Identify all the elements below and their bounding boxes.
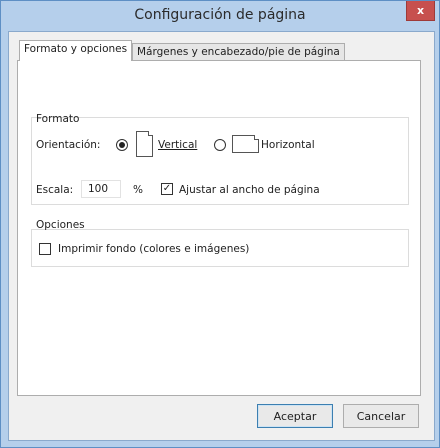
title-bar[interactable]: Configuración de página x	[1, 1, 439, 31]
dialog-client-area: Formato y opciones Márgenes y encabezado…	[8, 31, 435, 441]
dialog-window: Configuración de página x Formato y opci…	[0, 0, 440, 448]
cancel-button[interactable]: Cancelar	[343, 404, 419, 428]
portrait-page-icon	[136, 131, 153, 157]
scale-input[interactable]: 100	[81, 180, 121, 198]
close-icon: x	[416, 4, 425, 17]
fit-width-checkbox[interactable]: ✓	[161, 183, 173, 195]
horizontal-radio[interactable]	[214, 139, 226, 151]
check-icon: ✓	[162, 183, 172, 194]
print-background-checkbox[interactable]	[39, 243, 51, 255]
fit-width-label[interactable]: Ajustar al ancho de página	[179, 184, 320, 196]
horizontal-label[interactable]: Horizontal	[261, 139, 315, 151]
print-background-label[interactable]: Imprimir fondo (colores e imágenes)	[58, 243, 249, 255]
vertical-radio[interactable]	[116, 139, 128, 151]
vertical-label[interactable]: Vertical	[158, 139, 197, 151]
accept-button[interactable]: Aceptar	[257, 404, 333, 428]
opciones-group-title: Opciones	[36, 219, 85, 231]
tab-panel: Formato Orientación: Vertical Horizontal…	[17, 60, 421, 396]
dialog-title: Configuración de página	[134, 7, 306, 23]
formato-group-title: Formato	[36, 113, 80, 125]
tab-formato-opciones[interactable]: Formato y opciones	[19, 40, 133, 61]
landscape-page-icon	[232, 135, 259, 153]
orientation-label: Orientación:	[36, 139, 101, 151]
scale-unit: %	[133, 184, 143, 196]
close-button[interactable]: x	[406, 1, 435, 21]
scale-label: Escala:	[36, 184, 74, 196]
